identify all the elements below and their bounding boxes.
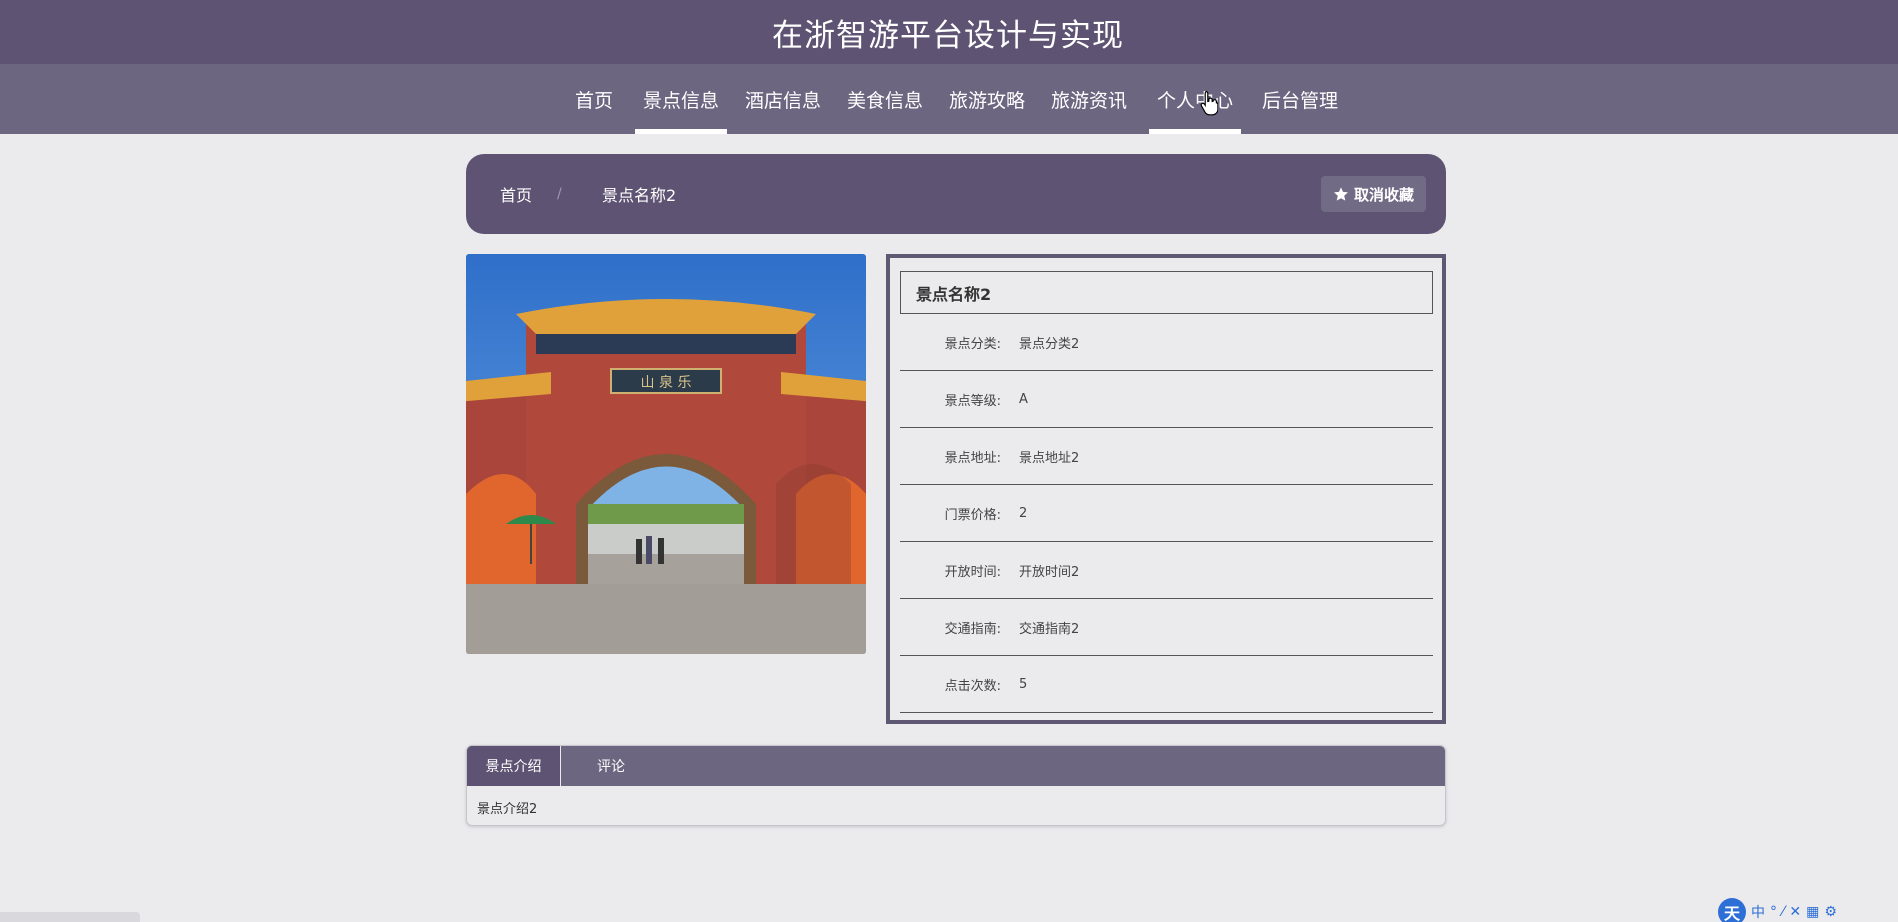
nav-item-hotels[interactable]: 酒店信息	[745, 64, 821, 134]
ime-language-icon[interactable]: 中	[1751, 902, 1765, 922]
detail-row-level: 景点等级: A	[900, 371, 1433, 428]
svg-text:山 泉 乐: 山 泉 乐	[641, 374, 692, 391]
ime-toolbar: 天 中 ° ⁄ ✕ ▦ ⚙	[1718, 898, 1898, 922]
detail-value: 开放时间2	[1019, 564, 1080, 580]
nav-item-admin[interactable]: 后台管理	[1261, 64, 1339, 134]
breadcrumb-current: 景点名称2	[602, 186, 677, 205]
detail-row-address: 景点地址: 景点地址2	[900, 428, 1433, 485]
detail-row-hours: 开放时间: 开放时间2	[900, 542, 1433, 599]
introduction-text: 景点介绍2	[477, 802, 538, 817]
ime-punctuation-icon[interactable]: °	[1770, 904, 1777, 920]
unfavorite-label: 取消收藏	[1353, 185, 1414, 204]
nav-item-profile[interactable]: 个人中心	[1149, 64, 1241, 134]
main-nav: 首页 景点信息 酒店信息 美食信息 旅游攻略 旅游资讯 个人中心 后台管理	[0, 64, 1898, 134]
detail-row-transport: 交通指南: 交通指南2	[900, 599, 1433, 656]
detail-tabs: 景点介绍 评论 景点介绍2	[466, 745, 1446, 826]
nav-item-attractions[interactable]: 景点信息	[635, 64, 727, 134]
detail-value: 交通指南2	[1019, 621, 1080, 637]
breadcrumb-separator: /	[557, 186, 562, 202]
ime-settings-icon[interactable]: ⚙	[1824, 904, 1837, 920]
attraction-photo: 山 泉 乐	[466, 254, 866, 654]
breadcrumb-home[interactable]: 首页	[500, 154, 532, 234]
detail-value: 5	[1019, 676, 1028, 692]
detail-value: 景点地址2	[1019, 450, 1080, 466]
status-bar	[0, 912, 140, 922]
nav-item-food[interactable]: 美食信息	[847, 64, 923, 134]
attraction-details: 景点名称2 景点分类: 景点分类2 景点等级: A 景点地址: 景点地址2 门票…	[886, 254, 1446, 724]
star-icon	[1333, 187, 1348, 201]
detail-value: A	[1019, 391, 1028, 407]
detail-value: 景点分类2	[1019, 336, 1080, 352]
detail-label: 景点分类:	[944, 336, 1001, 352]
ime-logo-icon[interactable]: 天	[1718, 898, 1746, 922]
detail-label: 门票价格:	[944, 507, 1001, 523]
site-header: 在浙智游平台设计与实现	[0, 0, 1898, 64]
detail-row-price: 门票价格: 2	[900, 485, 1433, 542]
unfavorite-button[interactable]: 取消收藏	[1320, 176, 1426, 212]
nav-item-news[interactable]: 旅游资讯	[1051, 64, 1127, 134]
tab-bar: 景点介绍 评论	[467, 746, 1445, 786]
detail-label: 景点地址:	[944, 450, 1001, 466]
ime-tools-icon[interactable]: ✕	[1789, 904, 1801, 920]
detail-row-category: 景点分类: 景点分类2	[900, 314, 1433, 371]
ime-pen-icon[interactable]: ⁄	[1782, 904, 1784, 920]
detail-label: 景点等级:	[944, 393, 1001, 409]
nav-item-guides[interactable]: 旅游攻略	[949, 64, 1025, 134]
site-title: 在浙智游平台设计与实现	[772, 17, 1124, 54]
detail-label: 开放时间:	[944, 564, 1001, 580]
detail-label: 点击次数:	[944, 678, 1001, 694]
ime-keyboard-icon[interactable]: ▦	[1806, 904, 1819, 920]
tab-introduction[interactable]: 景点介绍	[467, 746, 561, 786]
detail-row-clicks: 点击次数: 5	[900, 656, 1433, 713]
detail-value: 2	[1019, 505, 1028, 521]
breadcrumb: 首页 / 景点名称2 取消收藏	[466, 154, 1446, 234]
nav-item-home[interactable]: 首页	[571, 64, 617, 134]
attraction-title: 景点名称2	[900, 271, 1433, 314]
tab-comments[interactable]: 评论	[561, 746, 661, 786]
hand-cursor-icon	[1200, 90, 1218, 116]
detail-label: 交通指南:	[944, 621, 1001, 637]
